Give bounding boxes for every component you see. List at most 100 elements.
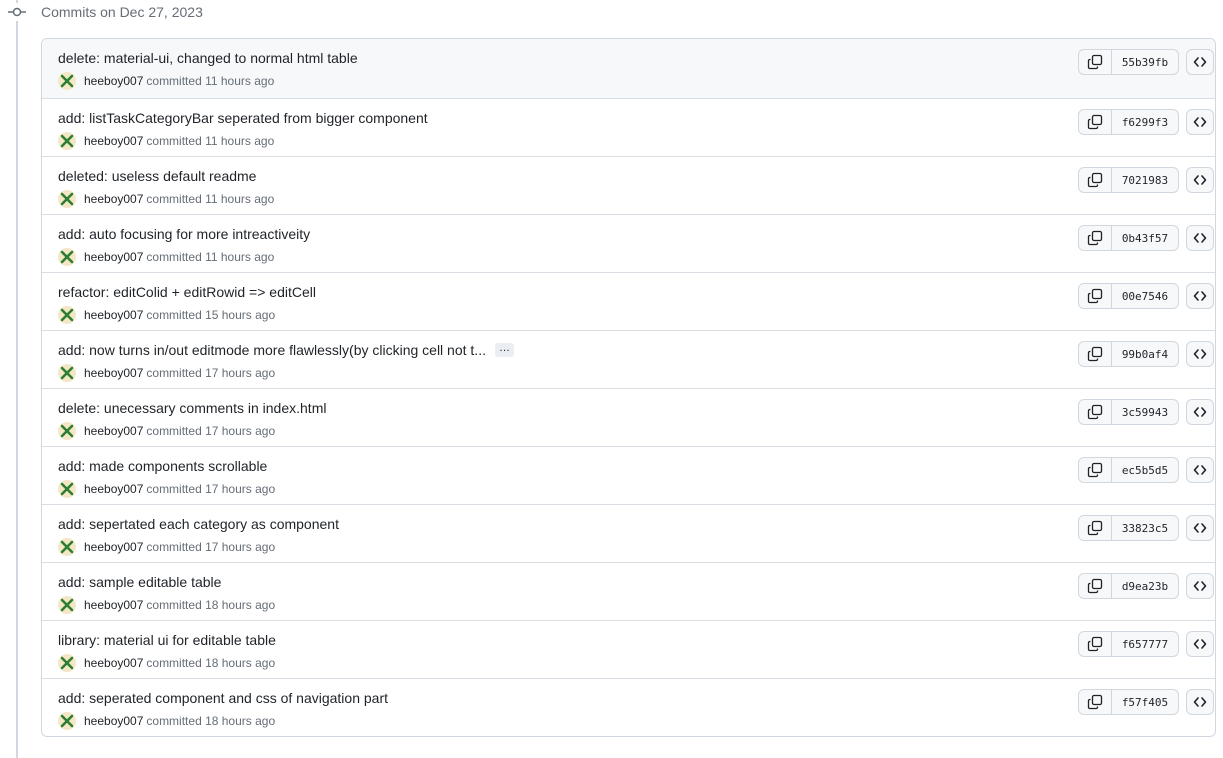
commit-time: committed 17 hours ago bbox=[146, 540, 276, 554]
copy-icon bbox=[1087, 230, 1103, 246]
commit-sha-link[interactable]: 7021983 bbox=[1112, 168, 1178, 192]
commit-sha-link[interactable]: 0b43f57 bbox=[1112, 226, 1178, 250]
author-avatar[interactable] bbox=[58, 364, 76, 382]
author-avatar[interactable] bbox=[58, 712, 76, 730]
commit-row: add: made components scrollable heeboy00… bbox=[42, 446, 1215, 504]
commit-time: committed 18 hours ago bbox=[146, 656, 276, 670]
author-link[interactable]: heeboy007 bbox=[84, 366, 143, 380]
copy-sha-button[interactable] bbox=[1079, 168, 1112, 192]
author-avatar[interactable] bbox=[58, 596, 76, 614]
commit-sha-link[interactable]: d9ea23b bbox=[1112, 574, 1178, 598]
author-link[interactable]: heeboy007 bbox=[84, 74, 143, 88]
commit-message-link[interactable]: deleted: useless default readme bbox=[58, 168, 256, 184]
commit-sha-link[interactable]: f657777 bbox=[1112, 632, 1178, 656]
browse-repo-button[interactable] bbox=[1186, 689, 1214, 715]
copy-icon bbox=[1087, 404, 1103, 420]
copy-sha-button[interactable] bbox=[1079, 284, 1112, 308]
browse-repo-button[interactable] bbox=[1186, 167, 1214, 193]
commit-row: add: auto focusing for more intreactivei… bbox=[42, 214, 1215, 272]
copy-sha-button[interactable] bbox=[1079, 516, 1112, 540]
browse-repo-button[interactable] bbox=[1186, 515, 1214, 541]
commit-sha-link[interactable]: 33823c5 bbox=[1112, 516, 1178, 540]
author-avatar[interactable] bbox=[58, 422, 76, 440]
commit-row: add: sample editable table heeboy007 com… bbox=[42, 562, 1215, 620]
copy-sha-button[interactable] bbox=[1079, 110, 1112, 134]
author-link[interactable]: heeboy007 bbox=[84, 714, 143, 728]
copy-sha-button[interactable] bbox=[1079, 50, 1112, 74]
author-avatar[interactable] bbox=[58, 190, 76, 208]
commit-message-link[interactable]: add: seperated component and css of navi… bbox=[58, 690, 388, 706]
author-avatar[interactable] bbox=[58, 654, 76, 672]
code-icon bbox=[1193, 117, 1207, 127]
commit-time: committed 17 hours ago bbox=[146, 366, 276, 380]
commit-message-link[interactable]: refactor: editColid + editRowid => editC… bbox=[58, 284, 316, 300]
author-avatar[interactable] bbox=[58, 306, 76, 324]
author-link[interactable]: heeboy007 bbox=[84, 192, 143, 206]
expand-message-button[interactable]: … bbox=[494, 343, 514, 357]
commit-message-link[interactable]: add: sample editable table bbox=[58, 574, 221, 590]
commit-title-wrap: delete: unecessary comments in index.htm… bbox=[58, 400, 326, 416]
commit-meta: heeboy007 committed 11 hours ago bbox=[58, 72, 274, 90]
author-avatar[interactable] bbox=[58, 538, 76, 556]
browse-repo-button[interactable] bbox=[1186, 341, 1214, 367]
commit-meta: heeboy007 committed 17 hours ago bbox=[58, 364, 275, 382]
commit-message-link[interactable]: add: listTaskCategoryBar seperated from … bbox=[58, 110, 428, 126]
identicon-avatar-icon bbox=[60, 134, 74, 148]
sha-button-group: f57f405 bbox=[1078, 689, 1179, 715]
author-avatar[interactable] bbox=[58, 248, 76, 266]
browse-repo-button[interactable] bbox=[1186, 573, 1214, 599]
author-link[interactable]: heeboy007 bbox=[84, 656, 143, 670]
author-link[interactable]: heeboy007 bbox=[84, 540, 143, 554]
copy-sha-button[interactable] bbox=[1079, 632, 1112, 656]
browse-repo-button[interactable] bbox=[1186, 109, 1214, 135]
author-avatar[interactable] bbox=[58, 72, 76, 90]
commit-sha-link[interactable]: 55b39fb bbox=[1112, 50, 1178, 74]
commit-sha-link[interactable]: ec5b5d5 bbox=[1112, 458, 1178, 482]
author-link[interactable]: heeboy007 bbox=[84, 134, 143, 148]
commit-row: add: now turns in/out editmode more flaw… bbox=[42, 330, 1215, 388]
commit-title-wrap: add: sample editable table bbox=[58, 574, 221, 590]
author-link[interactable]: heeboy007 bbox=[84, 482, 143, 496]
copy-sha-button[interactable] bbox=[1079, 226, 1112, 250]
browse-repo-button[interactable] bbox=[1186, 225, 1214, 251]
author-link[interactable]: heeboy007 bbox=[84, 598, 143, 612]
copy-icon bbox=[1087, 462, 1103, 478]
browse-repo-button[interactable] bbox=[1186, 49, 1214, 75]
copy-sha-button[interactable] bbox=[1079, 400, 1112, 424]
author-avatar[interactable] bbox=[58, 132, 76, 150]
commit-sha-link[interactable]: 00e7546 bbox=[1112, 284, 1178, 308]
commit-sha-link[interactable]: 99b0af4 bbox=[1112, 342, 1178, 366]
author-link[interactable]: heeboy007 bbox=[84, 308, 143, 322]
commit-message-link[interactable]: add: now turns in/out editmode more flaw… bbox=[58, 342, 486, 358]
copy-sha-button[interactable] bbox=[1079, 690, 1112, 714]
sha-button-group: ec5b5d5 bbox=[1078, 457, 1179, 483]
sha-button-group: 55b39fb bbox=[1078, 49, 1179, 75]
browse-repo-button[interactable] bbox=[1186, 283, 1214, 309]
commit-message-link[interactable]: add: sepertated each category as compone… bbox=[58, 516, 339, 532]
commit-message-link[interactable]: delete: unecessary comments in index.htm… bbox=[58, 400, 326, 416]
commit-sha-link[interactable]: f57f405 bbox=[1112, 690, 1178, 714]
commit-message-link[interactable]: library: material ui for editable table bbox=[58, 632, 276, 648]
author-link[interactable]: heeboy007 bbox=[84, 250, 143, 264]
browse-repo-button[interactable] bbox=[1186, 399, 1214, 425]
code-icon bbox=[1193, 697, 1207, 707]
copy-sha-button[interactable] bbox=[1079, 574, 1112, 598]
commit-message-link[interactable]: add: made components scrollable bbox=[58, 458, 267, 474]
commit-message-link[interactable]: add: auto focusing for more intreactivei… bbox=[58, 226, 310, 242]
author-link[interactable]: heeboy007 bbox=[84, 424, 143, 438]
code-icon bbox=[1193, 581, 1207, 591]
commit-message-link[interactable]: delete: material-ui, changed to normal h… bbox=[58, 50, 358, 66]
identicon-avatar-icon bbox=[60, 656, 74, 670]
code-icon bbox=[1193, 233, 1207, 243]
browse-repo-button[interactable] bbox=[1186, 457, 1214, 483]
copy-sha-button[interactable] bbox=[1079, 342, 1112, 366]
commit-sha-link[interactable]: 3c59943 bbox=[1112, 400, 1178, 424]
commit-sha-link[interactable]: f6299f3 bbox=[1112, 110, 1178, 134]
commit-row: deleted: useless default readme heeboy00… bbox=[42, 156, 1215, 214]
commit-time: committed 11 hours ago bbox=[146, 134, 275, 148]
copy-sha-button[interactable] bbox=[1079, 458, 1112, 482]
browse-repo-button[interactable] bbox=[1186, 631, 1214, 657]
author-avatar[interactable] bbox=[58, 480, 76, 498]
commit-actions: ec5b5d5 bbox=[1078, 457, 1215, 483]
commit-actions: 3c59943 bbox=[1078, 399, 1215, 425]
